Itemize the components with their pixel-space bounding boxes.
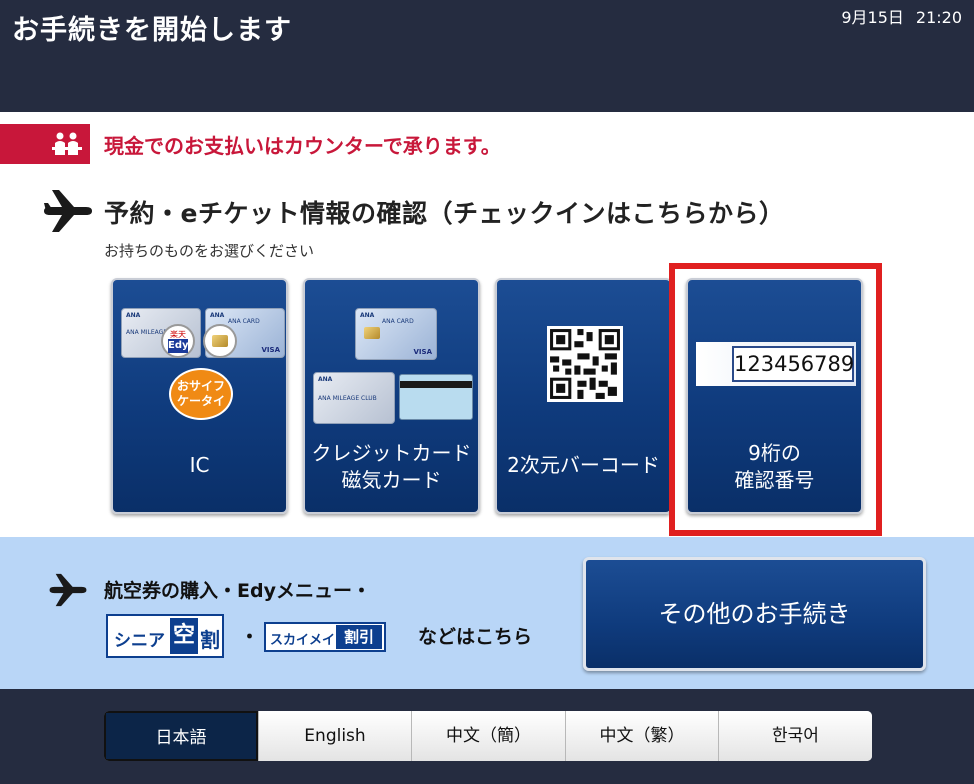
senior-logo-sky: 空 — [170, 618, 198, 654]
date-text: 9月15日 — [841, 8, 904, 27]
time-text: 21:20 — [915, 8, 962, 27]
edy-badge: 楽天 Edy — [161, 324, 195, 358]
airplane-icon — [44, 190, 92, 232]
magnetic-card-back — [399, 374, 473, 420]
senior-fare-logo: シニア 空 割 — [106, 614, 224, 658]
language-japanese[interactable]: 日本語 — [104, 711, 258, 761]
other-procedures-button[interactable]: その他のお手続き — [583, 557, 926, 671]
card-brand: ANA — [360, 312, 375, 319]
purchase-menu-text: 航空券の購入・Edyメニュー・ — [104, 580, 371, 602]
card-name: ANA CARD — [228, 318, 260, 325]
section-subtitle: お持ちのものをお選びください — [104, 242, 315, 260]
credit-card-option-button[interactable]: ANA ANA CARD VISA ANA ANA MILEAGE CLUB ク… — [303, 278, 480, 514]
card-brand: ANA — [318, 376, 333, 383]
card-name: ANA CARD — [382, 318, 414, 325]
more-here-text: などはこちら — [418, 626, 533, 648]
section-title: 予約・eチケット情報の確認（チェックインはこちらから） — [104, 199, 785, 228]
clock: 9月15日 21:20 — [841, 4, 962, 28]
cash-payment-notice: 現金でのお支払いはカウンターで承ります。 — [104, 134, 501, 158]
ana-visa-card-image: ANA ANA CARD VISA — [355, 308, 437, 360]
senior-logo-wari: 割 — [200, 628, 220, 652]
qr-code-icon — [547, 326, 623, 402]
selection-highlight — [669, 263, 882, 536]
language-chinese-simplified[interactable]: 中文（簡） — [411, 711, 565, 761]
osaifu-keitai-logo: おサイフ ケータイ — [169, 368, 233, 420]
senior-logo-text: シニア — [114, 631, 165, 651]
credit-card-label-line1: クレジットカード — [311, 441, 472, 465]
card-brand: ANA — [210, 312, 225, 319]
edy-text: Edy — [168, 339, 189, 353]
skymate-logo-box: 割引 — [336, 625, 382, 649]
card-club: ANA MILEAGE CLUB — [318, 395, 377, 402]
chip-icon — [212, 335, 228, 347]
counter-staff-icon — [52, 132, 82, 155]
notice-tag — [0, 124, 90, 164]
chip-badge — [203, 324, 237, 358]
qr-code-option-button[interactable]: 2次元バーコード — [495, 278, 672, 514]
credit-card-label-line2: 磁気カード — [341, 468, 442, 492]
osaifu-text-1: おサイフ — [176, 379, 225, 393]
language-korean[interactable]: 한국어 — [718, 711, 872, 761]
language-english[interactable]: English — [258, 711, 411, 761]
visa-logo: VISA — [261, 346, 280, 354]
airplane-icon — [49, 573, 87, 607]
language-chinese-traditional[interactable]: 中文（繁） — [565, 711, 718, 761]
ic-option-label: IC — [189, 453, 210, 477]
skymate-fare-logo: スカイメイト 割引 — [264, 622, 386, 652]
osaifu-text-2: ケータイ — [176, 394, 225, 408]
menu-separator: ・ — [240, 626, 260, 648]
language-selector: 日本語 English 中文（簡） 中文（繁） 한국어 — [104, 711, 872, 761]
chip-icon — [364, 327, 380, 339]
qr-code-option-label: 2次元バーコード — [507, 453, 660, 477]
magnetic-stripe — [400, 381, 472, 388]
ana-mileage-card-image: ANA ANA MILEAGE CLUB — [313, 372, 395, 424]
ic-option-button[interactable]: ANA ANA MILEAGE CLUB ANA ANA CARD VISA 楽… — [111, 278, 288, 514]
page-title: お手続きを開始します — [12, 15, 292, 46]
credit-card-option-label: クレジットカード 磁気カード — [305, 440, 478, 494]
card-brand: ANA — [126, 312, 141, 319]
visa-logo: VISA — [413, 348, 432, 356]
